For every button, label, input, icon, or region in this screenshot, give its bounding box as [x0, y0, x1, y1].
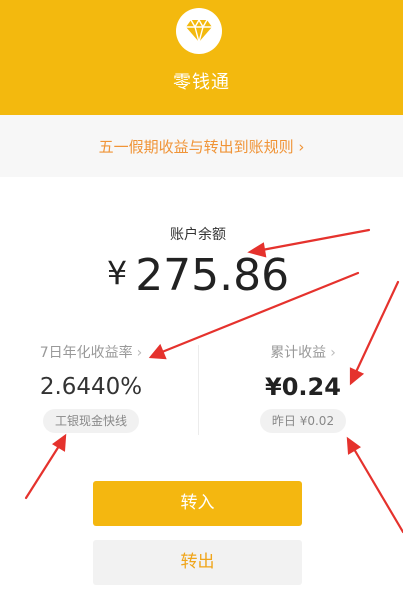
annotation-arrowhead — [148, 343, 167, 360]
annotation-arrows — [24, 228, 403, 534]
annotation-arrow — [160, 271, 360, 354]
annotation-arrowhead — [349, 367, 365, 386]
annotation-arrow — [354, 280, 400, 374]
annotation-arrowhead — [346, 436, 361, 455]
annotation-arrow — [24, 444, 61, 500]
annotation-arrowhead — [52, 433, 67, 452]
annotation-arrow — [352, 447, 403, 534]
annotation-arrowhead — [247, 242, 267, 258]
annotation-arrow — [260, 228, 371, 252]
